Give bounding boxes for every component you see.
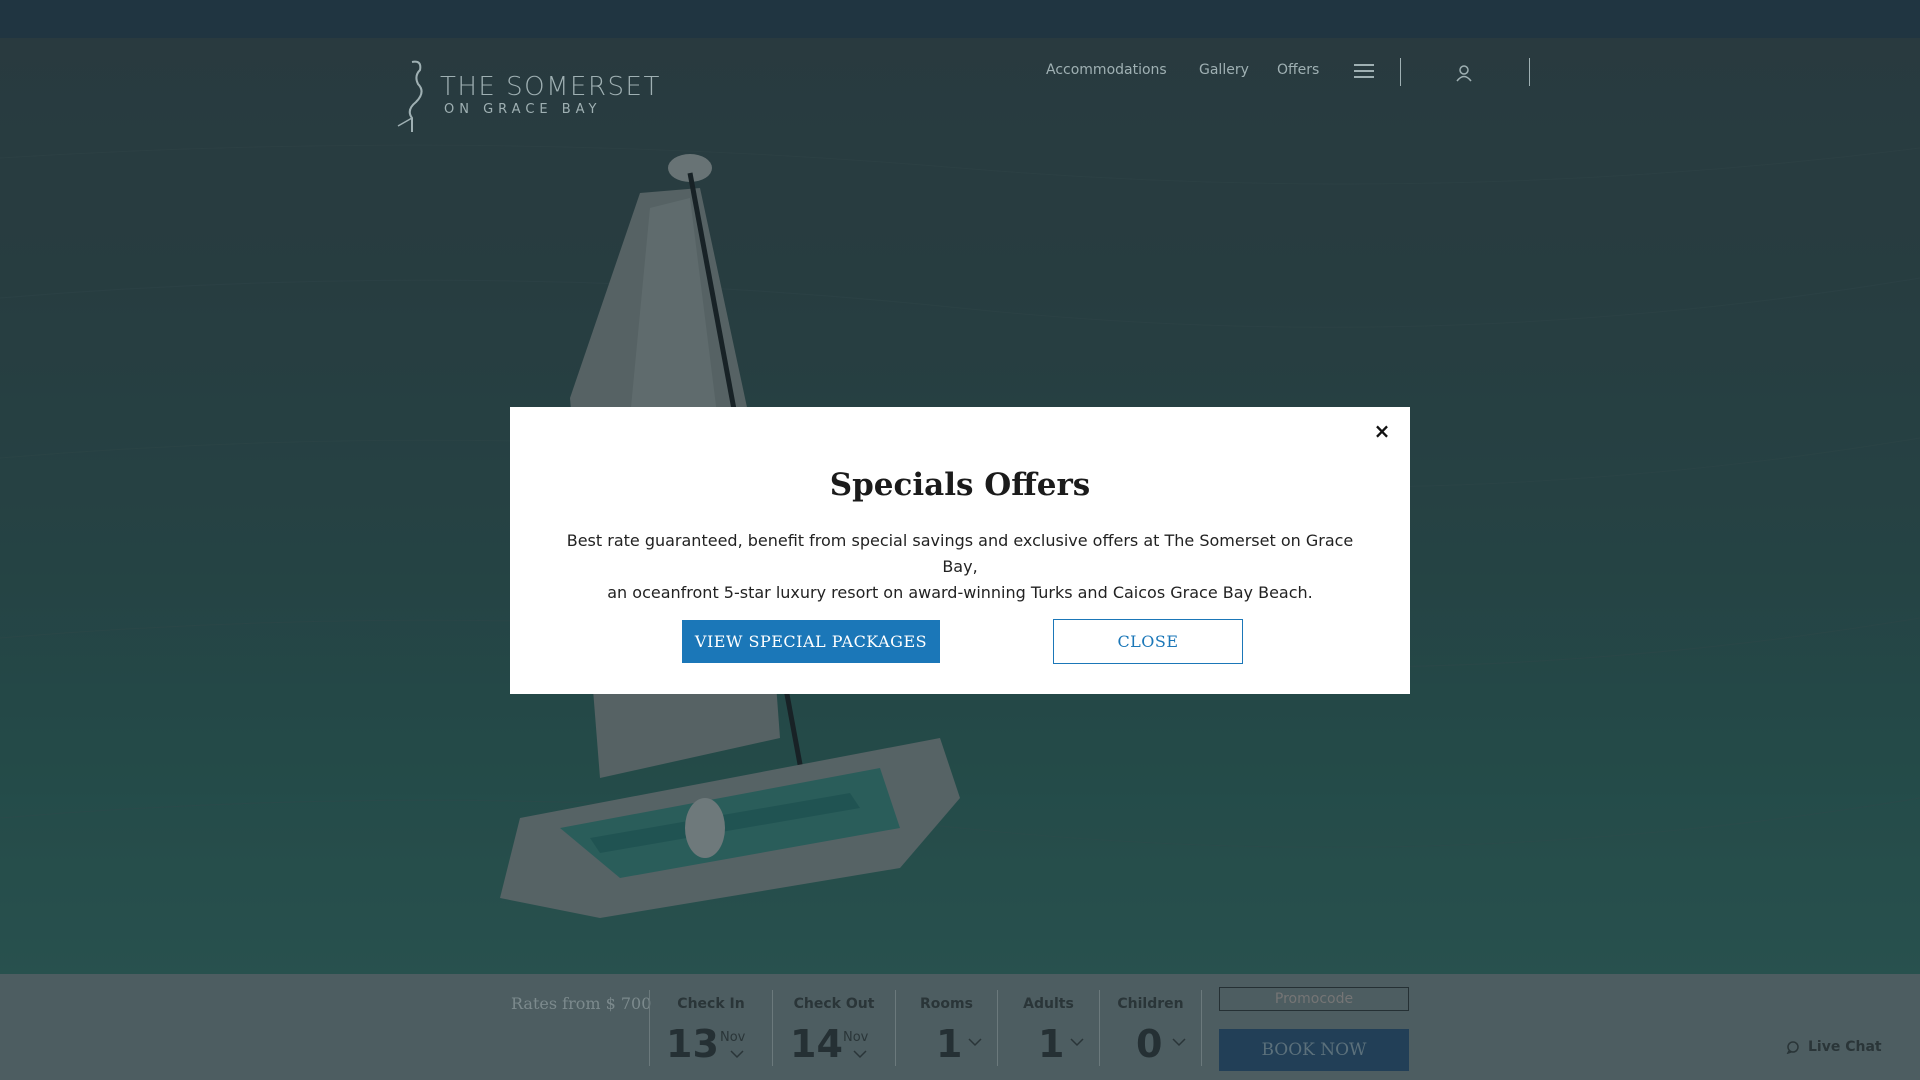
special-offers-modal: × Specials Offers Best rate guaranteed, … — [510, 407, 1410, 694]
book-now-button[interactable]: BOOK NOW — [1219, 1029, 1409, 1071]
chevron-down-icon — [853, 1050, 867, 1059]
nav-accommodations[interactable]: Accommodations — [1046, 62, 1167, 82]
rooms-value: 1 — [936, 1022, 963, 1066]
check-out-month: Nov — [843, 1030, 869, 1045]
header-divider — [1529, 58, 1530, 86]
field-divider — [1201, 990, 1202, 1066]
view-special-packages-button[interactable]: VIEW SPECIAL PACKAGES — [682, 620, 940, 663]
adults-field[interactable]: Adults 1 — [998, 974, 1099, 1080]
check-in-field[interactable]: Check In 13 Nov — [650, 974, 772, 1080]
rooms-label: Rooms — [920, 996, 973, 1012]
chevron-down-icon — [968, 1038, 982, 1047]
close-icon[interactable]: × — [1372, 421, 1392, 441]
chevron-down-icon — [1070, 1038, 1084, 1047]
children-value: 0 — [1136, 1022, 1163, 1066]
chevron-down-icon — [1172, 1038, 1186, 1047]
user-icon[interactable] — [1456, 64, 1472, 82]
adults-value: 1 — [1038, 1022, 1065, 1066]
check-out-field[interactable]: Check Out 14 Nov — [773, 974, 895, 1080]
promocode-input[interactable] — [1219, 987, 1409, 1011]
rooms-field[interactable]: Rooms 1 — [896, 974, 997, 1080]
booking-bar: Rates from $ 700 Check In 13 Nov Check O… — [0, 974, 1920, 1080]
heron-logo-icon — [397, 60, 423, 132]
chat-bubble-icon — [1786, 1041, 1799, 1054]
live-chat-label: Live Chat — [1808, 1039, 1882, 1055]
logo-title: THE SOMERSET — [440, 72, 661, 102]
check-out-label: Check Out — [793, 996, 875, 1012]
chevron-down-icon — [730, 1050, 744, 1059]
adults-label: Adults — [1023, 996, 1074, 1012]
modal-description-line-2: an oceanfront 5-star luxury resort on aw… — [607, 583, 1313, 602]
header-divider — [1400, 58, 1401, 86]
check-in-day: 13 — [666, 1022, 719, 1066]
logo-subtitle: ON GRACE BAY — [444, 102, 602, 117]
check-in-month: Nov — [720, 1030, 746, 1045]
modal-description-line-1: Best rate guaranteed, benefit from speci… — [566, 531, 1354, 576]
live-chat-button[interactable]: Live Chat — [1786, 1039, 1882, 1061]
children-label: Children — [1117, 996, 1184, 1012]
check-out-day: 14 — [790, 1022, 843, 1066]
modal-title: Specials Offers — [829, 467, 1091, 503]
children-field[interactable]: Children 0 — [1100, 974, 1201, 1080]
nav-gallery[interactable]: Gallery — [1199, 62, 1249, 82]
nav-offers[interactable]: Offers — [1277, 62, 1319, 82]
rates-from: Rates from $ 700 — [511, 994, 652, 1013]
check-in-label: Check In — [677, 996, 745, 1012]
hamburger-menu-icon[interactable] — [1354, 64, 1374, 78]
modal-description: Best rate guaranteed, benefit from speci… — [550, 528, 1370, 606]
close-button[interactable]: CLOSE — [1053, 619, 1243, 664]
logo[interactable]: THE SOMERSET ON GRACE BAY — [392, 58, 672, 138]
